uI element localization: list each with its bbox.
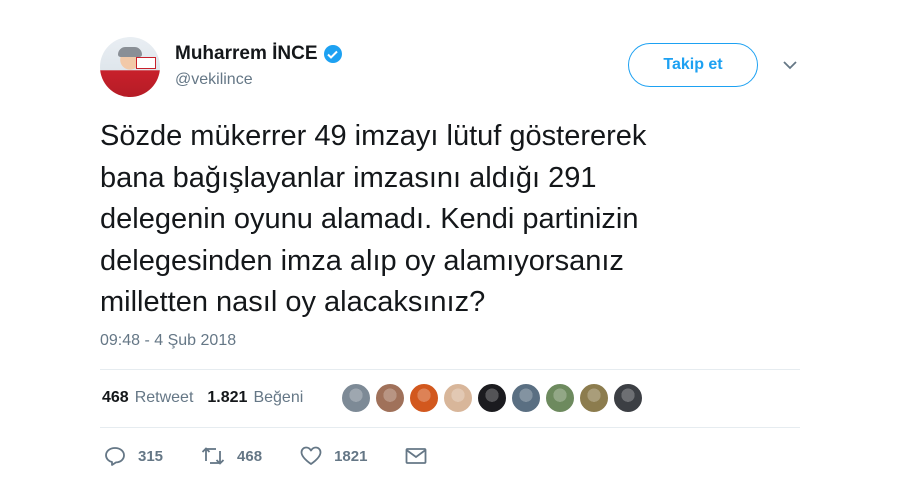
liker-avatar[interactable]: [511, 383, 541, 413]
liker-avatar[interactable]: [477, 383, 507, 413]
reply-icon: [105, 447, 125, 466]
liker-avatar[interactable]: [375, 383, 405, 413]
reply-action[interactable]: 315: [104, 446, 163, 466]
tweet-actions: 315 468 1821: [104, 446, 465, 466]
like-stat[interactable]: 1.821 Beğeni: [207, 389, 303, 407]
liker-avatar[interactable]: [613, 383, 643, 413]
avatar-sign: [136, 57, 156, 69]
retweet-stat[interactable]: 468 Retweet: [102, 389, 193, 407]
retweet-action[interactable]: 468: [201, 446, 262, 466]
author-handle[interactable]: @vekilince: [175, 71, 253, 89]
liker-avatar[interactable]: [545, 383, 575, 413]
divider-top: [100, 369, 800, 370]
avatar[interactable]: [100, 37, 160, 97]
like-action[interactable]: 1821: [300, 446, 367, 466]
like-count: 1821: [334, 447, 368, 465]
like-stat-count: 1.821: [207, 389, 248, 406]
author-name[interactable]: Muharrem İNCE: [175, 43, 318, 65]
tweet-text: Sözde mükerrer 49 imzayı lütuf gösterere…: [100, 120, 647, 318]
liker-avatar[interactable]: [443, 383, 473, 413]
tweet-timestamp[interactable]: 09:48 - 4 Şub 2018: [100, 332, 236, 350]
envelope-icon: [406, 448, 427, 464]
verified-badge-icon: [323, 45, 342, 63]
chevron-down-icon[interactable]: [781, 58, 799, 72]
liker-avatar[interactable]: [579, 383, 609, 413]
heart-icon: [300, 446, 322, 465]
direct-message-action[interactable]: [405, 447, 427, 465]
retweet-stat-label: Retweet: [134, 389, 194, 406]
avatar-hair: [118, 47, 142, 57]
reply-count: 315: [138, 447, 164, 465]
divider-bottom: [100, 427, 800, 428]
retweet-icon: [201, 447, 225, 465]
liker-avatars: [341, 383, 643, 413]
author-name-row[interactable]: Muharrem İNCE: [175, 43, 342, 65]
follow-button[interactable]: Takip et: [628, 43, 758, 87]
retweet-stat-count: 468: [102, 389, 129, 406]
tweet-stats: 468 Retweet 1.821 Beğeni: [102, 389, 303, 407]
retweet-count: 468: [237, 447, 263, 465]
like-stat-label: Beğeni: [253, 389, 304, 406]
liker-avatar[interactable]: [409, 383, 439, 413]
liker-avatar[interactable]: [341, 383, 371, 413]
